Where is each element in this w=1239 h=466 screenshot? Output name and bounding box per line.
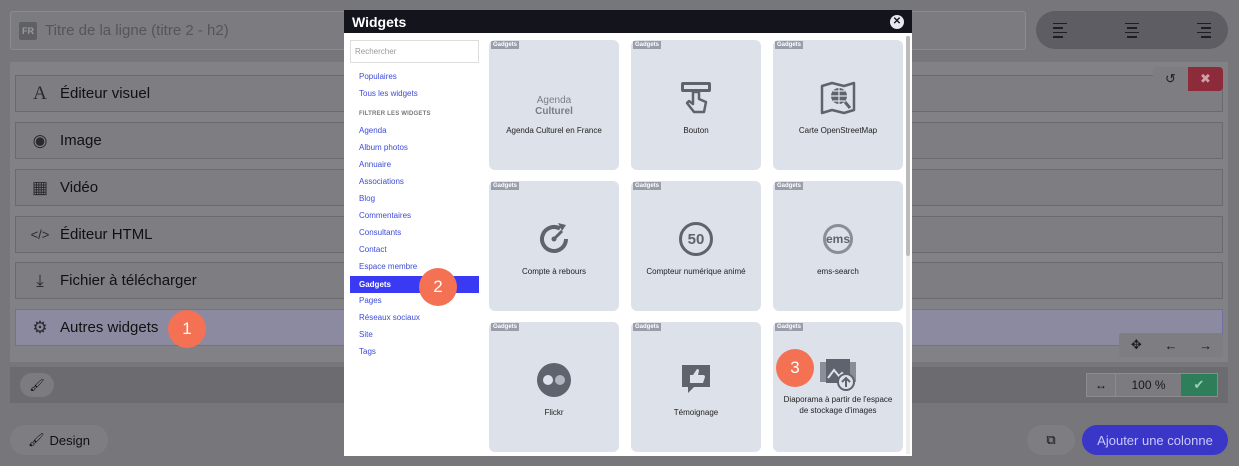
arrow-left-icon[interactable]: ←: [1154, 333, 1189, 357]
widget-grid: Gadgets Agenda Culturel Agenda Culturel e…: [489, 33, 907, 456]
check-icon[interactable]: ✔: [1181, 374, 1217, 396]
widget-tile[interactable]: Gadgets Agenda Culturel Agenda Culturel e…: [489, 40, 619, 170]
close-icon[interactable]: ✖: [1188, 67, 1223, 91]
sidebar-item-category[interactable]: Réseaux sociaux: [359, 313, 420, 322]
testimonial-thumbs-up-icon: [631, 362, 761, 398]
modal-title: Widgets: [352, 13, 407, 30]
menu-item-label: Autres widgets: [60, 319, 159, 336]
widget-tile[interactable]: Gadgets Flickr: [489, 322, 619, 452]
gears-icon: ⚙: [32, 317, 48, 337]
menu-item-label: Image: [60, 132, 102, 149]
button-click-icon: [631, 80, 761, 116]
modal-header: Widgets ✕: [344, 10, 912, 33]
menu-item-label: Éditeur visuel: [60, 85, 151, 102]
map-globe-icon: [773, 80, 903, 116]
text-editor-icon: A: [33, 82, 47, 104]
language-badge: FR: [19, 21, 37, 40]
column-width-control: ↔ 100 % ✔: [1086, 373, 1218, 397]
film-icon: ▦: [31, 177, 49, 197]
ems-search-icon: ems: [773, 221, 903, 257]
gadgets-tag: Gadgets: [633, 41, 662, 49]
sidebar-item-all-widgets[interactable]: Tous les widgets: [359, 89, 418, 98]
sidebar-item-category[interactable]: Tags: [359, 347, 376, 356]
camera-icon: ◉: [32, 130, 48, 150]
widget-label: Diaporama à partir de l'espace de stocka…: [783, 395, 893, 415]
widget-filter-sidebar: Populaires Tous les widgets FILTRER LES …: [344, 33, 484, 456]
agenda-culturel-logo-icon: Agenda Culturel: [535, 95, 573, 117]
widget-tile[interactable]: Gadgets Compte à rebours: [489, 181, 619, 311]
align-center-icon[interactable]: [1117, 20, 1147, 40]
widget-tile[interactable]: Gadgets Bouton: [631, 40, 761, 170]
sidebar-item-category[interactable]: Associations: [359, 177, 404, 186]
widget-tile[interactable]: Gadgets Témoignage: [631, 322, 761, 452]
add-column-button[interactable]: Ajouter une colonne: [1082, 425, 1228, 455]
widget-label: Flickr: [544, 408, 564, 417]
row-controls: ↺ ✖: [1153, 67, 1223, 91]
widget-label: ems-search: [817, 267, 859, 276]
widget-label: Compte à rebours: [521, 267, 587, 276]
sidebar-item-category[interactable]: Site: [359, 330, 373, 339]
gadgets-tag: Gadgets: [491, 323, 520, 331]
move-controls: ✥ ← →: [1119, 333, 1223, 357]
sidebar-item-category[interactable]: Agenda: [359, 126, 387, 135]
countdown-icon: [489, 221, 619, 257]
copy-icon[interactable]: ⧉: [1027, 425, 1075, 455]
alignment-group: [1036, 11, 1228, 49]
gadgets-tag: Gadgets: [775, 323, 804, 331]
menu-item-label: Éditeur HTML: [60, 226, 153, 243]
sidebar-item-category[interactable]: Contact: [359, 245, 387, 254]
flickr-icon: [489, 362, 619, 398]
menu-item-label: Vidéo: [60, 179, 99, 196]
move-icon[interactable]: ✥: [1119, 333, 1154, 357]
sidebar-item-popular[interactable]: Populaires: [359, 72, 397, 81]
search-input[interactable]: [350, 40, 479, 63]
sidebar-item-category[interactable]: Espace membre: [359, 262, 417, 271]
widget-label: Carte OpenStreetMap: [798, 126, 878, 135]
row-title-placeholder: Titre de la ligne (titre 2 - h2): [45, 22, 229, 39]
brush-icon[interactable]: 🖌: [20, 373, 54, 397]
filter-heading: FILTRER LES WIDGETS: [359, 111, 431, 117]
sidebar-item-gadgets[interactable]: Gadgets: [350, 276, 479, 293]
sidebar-item-category[interactable]: Album photos: [359, 143, 408, 152]
scroll-thumb[interactable]: [906, 36, 910, 256]
widget-label: Compteur numérique animé: [646, 267, 746, 276]
gadgets-tag: Gadgets: [775, 182, 804, 190]
grid-scrollbar[interactable]: [906, 36, 910, 454]
code-icon: </>: [30, 227, 50, 242]
widget-tile[interactable]: Gadgets Diaporama à partir de l'espace d…: [773, 322, 903, 452]
counter-50-icon: 50: [631, 221, 761, 257]
gadgets-tag: Gadgets: [491, 182, 520, 190]
widgets-modal: Widgets ✕ Populaires Tous les widgets FI…: [344, 10, 912, 456]
step-marker-2: 2: [419, 268, 457, 306]
align-right-icon[interactable]: [1181, 20, 1211, 40]
sidebar-item-category[interactable]: Annuaire: [359, 160, 391, 169]
widget-tile[interactable]: Gadgets ems ems-search: [773, 181, 903, 311]
brush-icon: 🖌: [28, 432, 45, 447]
gadgets-tag: Gadgets: [775, 41, 804, 49]
widget-tile[interactable]: Gadgets 50 Compteur numérique animé: [631, 181, 761, 311]
widget-tile[interactable]: Gadgets Carte OpenStreetMap: [773, 40, 903, 170]
widget-label: Bouton: [683, 126, 709, 135]
close-icon[interactable]: ✕: [890, 14, 904, 29]
arrow-right-icon[interactable]: →: [1188, 333, 1223, 357]
gadgets-tag: Gadgets: [633, 323, 662, 331]
sidebar-item-category[interactable]: Consultants: [359, 228, 401, 237]
menu-item-label: Fichier à télécharger: [60, 272, 197, 289]
design-label: Design: [49, 432, 90, 448]
widget-label: Agenda Culturel en France: [506, 126, 602, 135]
gadgets-tag: Gadgets: [491, 41, 520, 49]
step-marker-1: 1: [168, 310, 206, 348]
sidebar-item-category[interactable]: Blog: [359, 194, 375, 203]
undo-icon[interactable]: ↺: [1153, 67, 1188, 91]
download-icon: ⤓: [36, 270, 44, 290]
widget-label: Témoignage: [673, 408, 719, 417]
sidebar-item-category[interactable]: Pages: [359, 296, 382, 305]
resize-horizontal-icon[interactable]: ↔: [1087, 374, 1115, 396]
step-marker-3: 3: [776, 349, 814, 387]
align-left-icon[interactable]: [1053, 20, 1083, 40]
gadgets-tag: Gadgets: [633, 182, 662, 190]
column-width-value[interactable]: 100 %: [1115, 374, 1181, 396]
sidebar-item-category[interactable]: Commentaires: [359, 211, 411, 220]
design-button[interactable]: 🖌 Design: [10, 425, 108, 455]
